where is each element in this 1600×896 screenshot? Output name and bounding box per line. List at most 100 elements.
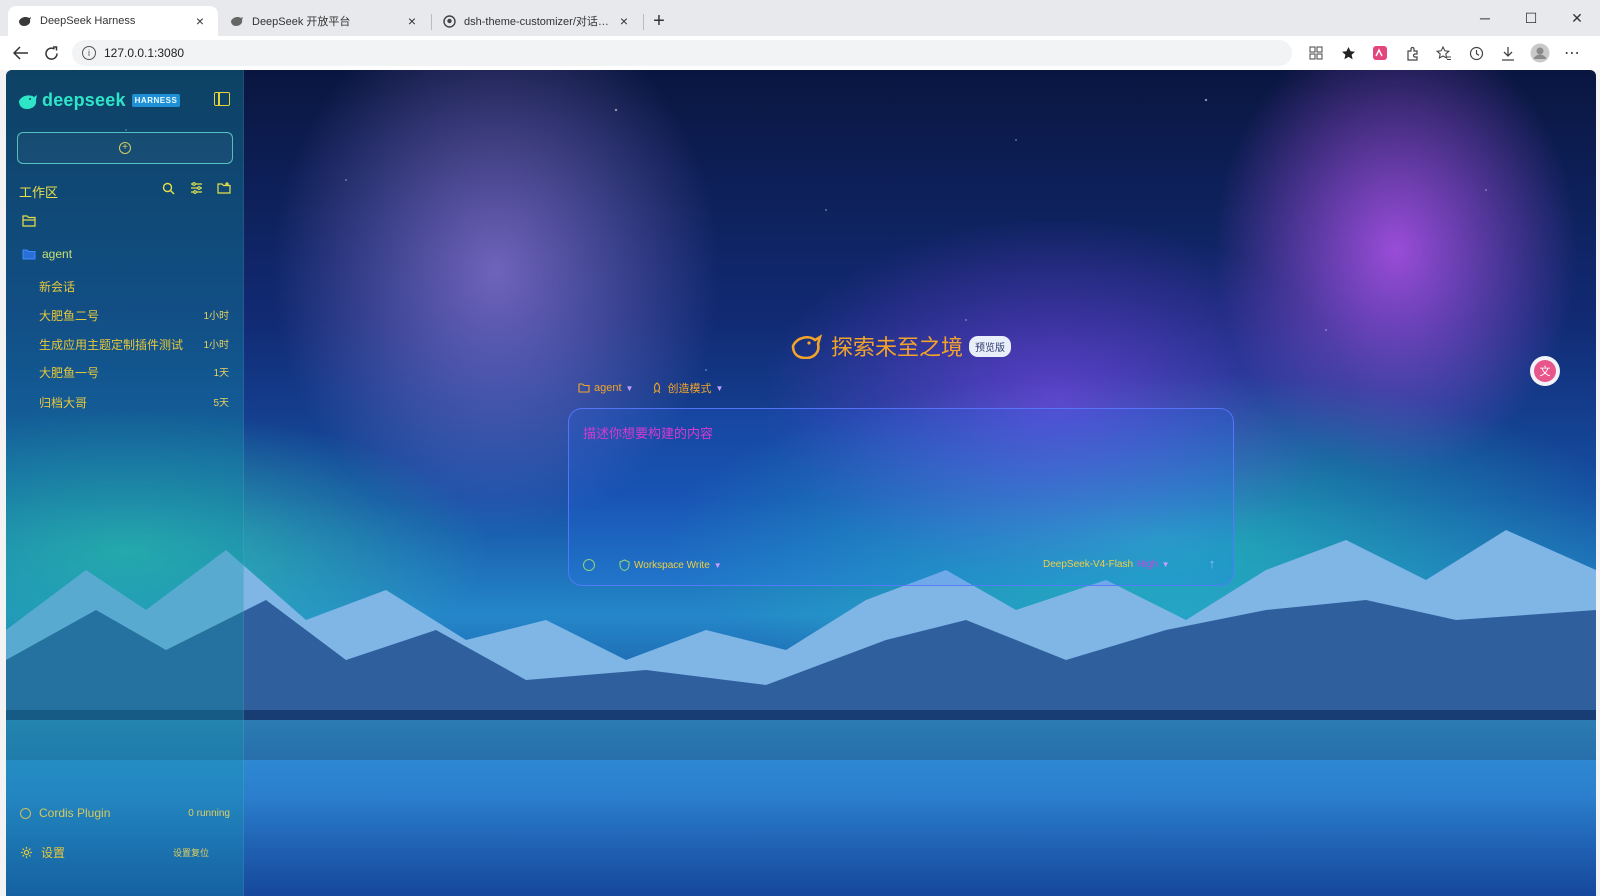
browser-toolbar: i 127.0.0.1:3080 ⋯: [0, 36, 1600, 70]
settings-link[interactable]: 设置: [41, 844, 65, 861]
tab-title: DeepSeek Harness: [40, 15, 136, 27]
model-selector[interactable]: DeepSeek-V4-Flash High ▼: [1043, 559, 1170, 570]
search-icon[interactable]: [160, 180, 176, 196]
app-viewport: deepseek HARNESS + 工作区 agent 新会话 大肥鱼二号 1…: [6, 70, 1596, 896]
deepseek-whale-icon: [230, 14, 244, 28]
project-selector-label: agent: [594, 382, 622, 394]
folder-icon: [578, 383, 590, 393]
new-folder-icon[interactable]: [216, 180, 232, 196]
lake-reflection-background: [6, 720, 1596, 896]
brand-name: deepseek: [42, 90, 126, 110]
extensions-puzzle-icon[interactable]: [1396, 39, 1428, 67]
back-icon[interactable]: [6, 39, 36, 67]
tab-github-customizer[interactable]: dsh-theme-customizer/对话区测试 ×: [432, 6, 644, 36]
mode-selector-label: 创造模式: [667, 383, 712, 395]
plugin-running-count: 0 running: [188, 807, 230, 819]
session-title: 归档大哥: [39, 396, 88, 410]
sidebar-toggle-icon[interactable]: [214, 92, 230, 106]
project-name: agent: [42, 247, 73, 261]
mode-selector[interactable]: 创造模式 ▼: [651, 380, 723, 396]
workspace-tools: [160, 180, 232, 196]
session-title: 生成应用主题定制插件测试: [39, 338, 184, 352]
permission-selector[interactable]: Workspace Write ▼: [619, 559, 722, 571]
deepseek-whale-icon: [19, 94, 37, 109]
session-title: 大肥鱼一号: [39, 366, 100, 380]
attach-icon[interactable]: [583, 559, 595, 571]
address-bar[interactable]: i 127.0.0.1:3080: [72, 40, 1292, 66]
chevron-down-icon: ▼: [713, 560, 722, 570]
apps-grid-icon[interactable]: [1300, 39, 1332, 67]
session-item[interactable]: 大肥鱼二号 1小时: [39, 307, 229, 324]
session-item[interactable]: 生成应用主题定制插件测试 1小时: [39, 336, 229, 353]
workspace-title: 工作区: [19, 185, 59, 200]
new-chat-button[interactable]: +: [17, 132, 233, 164]
tab-close-icon[interactable]: ×: [192, 13, 208, 29]
session-time: 1小时: [203, 311, 229, 322]
session-item[interactable]: 新会话: [39, 278, 229, 295]
github-icon: [442, 14, 456, 28]
deepseek-whale-icon: [18, 14, 32, 28]
gear-icon[interactable]: [20, 846, 33, 859]
session-time: 1天: [213, 368, 229, 379]
chevron-down-icon: ▼: [715, 383, 724, 393]
session-time: 5天: [213, 398, 229, 409]
close-window-icon[interactable]: ✕: [1554, 0, 1600, 36]
rocket-icon: [654, 382, 661, 394]
project-item-agent[interactable]: agent: [22, 247, 72, 261]
reload-icon[interactable]: [36, 39, 66, 67]
extension-pink-icon[interactable]: [1364, 39, 1396, 67]
model-level: High: [1137, 559, 1158, 570]
tab-deepseek-platform[interactable]: DeepSeek 开放平台 ×: [220, 6, 432, 36]
tab-title: dsh-theme-customizer/对话区测试: [464, 16, 616, 28]
composer-selectors: agent ▼ 创造模式 ▼: [578, 380, 723, 396]
downloads-icon[interactable]: [1492, 39, 1524, 67]
cordis-plugin-status[interactable]: Cordis Plugin 0 running: [20, 806, 230, 820]
open-folder-icon[interactable]: [22, 214, 36, 227]
window-controls: ─ ☐ ✕: [1462, 0, 1600, 36]
session-item[interactable]: 大肥鱼一号 1天: [39, 364, 229, 381]
history-icon[interactable]: [1460, 39, 1492, 67]
brand-logo[interactable]: deepseek HARNESS: [18, 90, 181, 111]
profile-avatar-icon[interactable]: [1524, 39, 1556, 67]
session-title: 新会话: [39, 280, 76, 294]
sidebar: deepseek HARNESS + 工作区 agent 新会话 大肥鱼二号 1…: [6, 70, 244, 896]
translate-icon: 文: [1534, 360, 1556, 382]
minimize-icon[interactable]: ─: [1462, 0, 1508, 36]
shield-icon: [619, 559, 630, 571]
chevron-down-icon: ▼: [625, 383, 634, 393]
tab-close-icon[interactable]: ×: [404, 13, 420, 29]
send-arrow-icon[interactable]: ↑: [1203, 555, 1221, 573]
chevron-down-icon: ▼: [1161, 560, 1170, 569]
brand-badge: HARNESS: [131, 94, 181, 107]
plus-circle-icon: +: [119, 142, 131, 154]
composer-placeholder[interactable]: 描述你想要构建的内容: [583, 423, 713, 442]
tab-title: DeepSeek 开放平台: [252, 16, 351, 28]
maximize-icon[interactable]: ☐: [1508, 0, 1554, 36]
browser-tabstrip: DeepSeek Harness × DeepSeek 开放平台 × dsh-t…: [0, 0, 1600, 36]
prompt-composer[interactable]: 描述你想要构建的内容 Workspace Write ▼ DeepSeek-V4…: [568, 408, 1234, 586]
address-url: 127.0.0.1:3080: [104, 46, 185, 60]
filter-sliders-icon[interactable]: [188, 180, 204, 196]
preview-badge: 预览版: [969, 335, 1012, 357]
site-info-icon[interactable]: i: [82, 46, 96, 60]
plugin-icon: [20, 807, 31, 819]
permission-label: Workspace Write: [634, 559, 710, 571]
hero-heading: 探索未至之境 预览版: [791, 330, 1012, 362]
tab-close-icon[interactable]: ×: [616, 13, 632, 29]
toolbar-actions: ⋯: [1300, 39, 1588, 67]
session-title: 大肥鱼二号: [39, 309, 100, 323]
settings-reset-button[interactable]: 设置复位: [173, 846, 209, 859]
deepseek-whale-icon: [791, 334, 823, 359]
bookmark-star-icon[interactable]: [1332, 39, 1364, 67]
new-tab-button[interactable]: +: [644, 6, 674, 36]
favorites-icon[interactable]: [1428, 39, 1460, 67]
hero-title: 探索未至之境: [831, 335, 964, 360]
more-menu-icon[interactable]: ⋯: [1556, 39, 1588, 67]
session-time: 1小时: [203, 340, 229, 351]
tab-deepseek-harness[interactable]: DeepSeek Harness ×: [8, 6, 218, 36]
floating-translate-button[interactable]: 文: [1530, 356, 1560, 386]
model-name: DeepSeek-V4-Flash: [1043, 559, 1134, 570]
folder-icon: [22, 249, 36, 259]
project-selector[interactable]: agent ▼: [578, 380, 633, 396]
session-item[interactable]: 归档大哥 5天: [39, 394, 229, 411]
